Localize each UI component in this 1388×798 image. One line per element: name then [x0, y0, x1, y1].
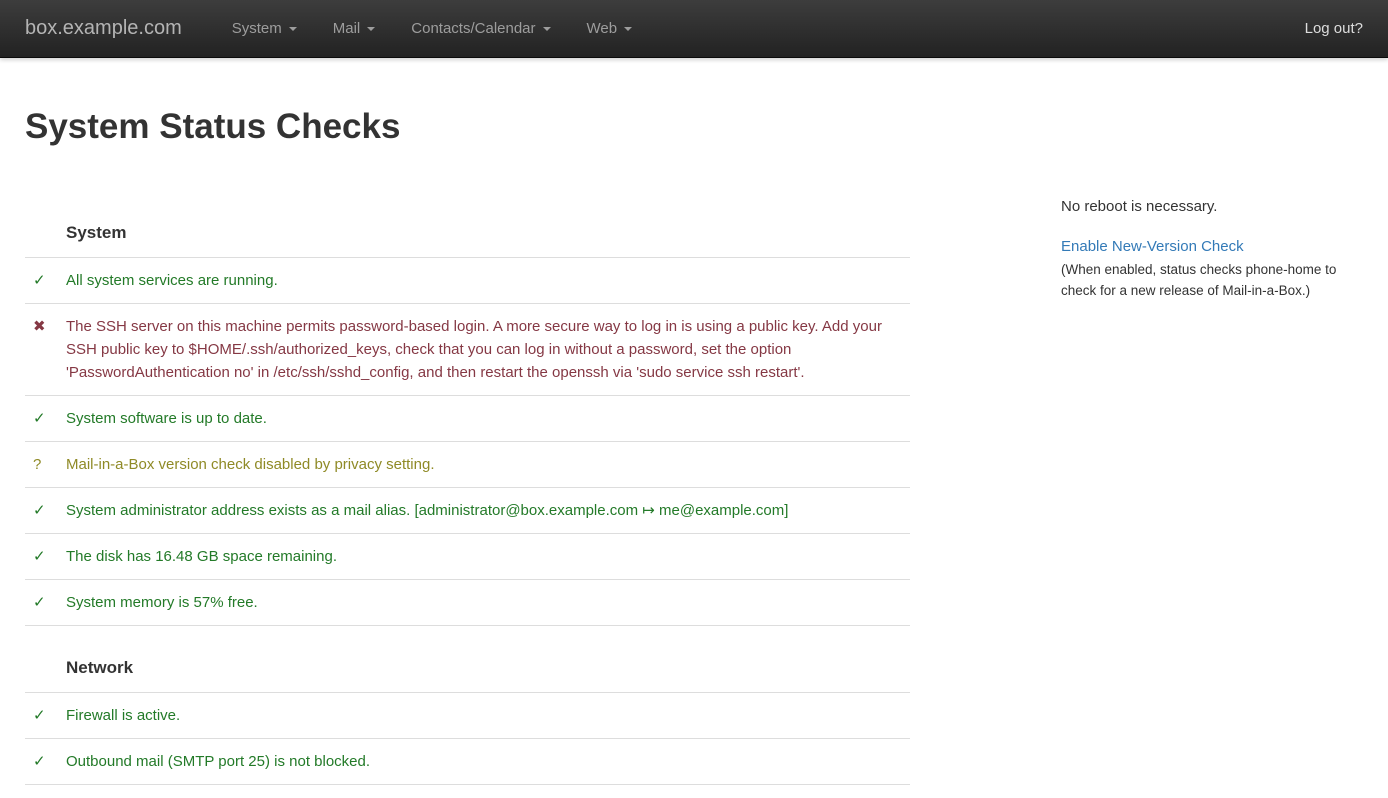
- x-icon: ✖: [25, 315, 66, 338]
- check-icon: ✓: [25, 704, 66, 727]
- enable-version-check-link[interactable]: Enable New-Version Check: [1061, 238, 1244, 255]
- check-section: Network ✓ Firewall is active. ✓ Outbound…: [25, 626, 910, 785]
- navbar-item-mail[interactable]: Mail: [317, 0, 392, 57]
- status-text: Mail-in-a-Box version check disabled by …: [66, 453, 910, 476]
- check-icon: ✓: [25, 269, 66, 292]
- status-row: ✓ System software is up to date.: [25, 396, 910, 442]
- chevron-down-icon: [624, 27, 632, 31]
- version-check-block: Enable New-Version Check (When enabled, …: [1061, 236, 1363, 301]
- status-row: ✓ Outbound mail (SMTP port 25) is not bl…: [25, 739, 910, 785]
- reboot-status: No reboot is necessary.: [1061, 196, 1363, 217]
- status-row: ✓ The disk has 16.48 GB space remaining.: [25, 534, 910, 580]
- navbar-item-web[interactable]: Web: [571, 0, 649, 57]
- section-heading: System: [25, 166, 910, 258]
- top-navbar: box.example.com System Mail Contacts/Cal…: [0, 0, 1388, 58]
- navbar-item-contacts-calendar[interactable]: Contacts/Calendar: [395, 0, 566, 57]
- section-rows: ✓ Firewall is active. ✓ Outbound mail (S…: [25, 693, 910, 785]
- chevron-down-icon: [543, 27, 551, 31]
- check-icon: ✓: [25, 545, 66, 568]
- navbar-item-label: System: [232, 20, 282, 37]
- status-text: Firewall is active.: [66, 704, 910, 727]
- question-icon: ?: [25, 453, 66, 476]
- navbar-menu: System Mail Contacts/Calendar Web: [216, 0, 652, 57]
- main-content: System Status Checks System ✓ All system…: [0, 108, 1388, 785]
- navbar-item-label: Contacts/Calendar: [411, 20, 535, 37]
- check-icon: ✓: [25, 591, 66, 614]
- status-row: ✓ System memory is 57% free.: [25, 580, 910, 626]
- check-icon: ✓: [25, 407, 66, 430]
- logout-link[interactable]: Log out?: [1305, 20, 1363, 37]
- status-row: ✓ Firewall is active.: [25, 693, 910, 739]
- section-rows: ✓ All system services are running. ✖ The…: [25, 258, 910, 626]
- status-row: ✖ The SSH server on this machine permits…: [25, 304, 910, 396]
- status-row: ✓ All system services are running.: [25, 258, 910, 304]
- status-row: ? Mail-in-a-Box version check disabled b…: [25, 442, 910, 488]
- brand-link[interactable]: box.example.com: [25, 17, 182, 40]
- status-text: The disk has 16.48 GB space remaining.: [66, 545, 910, 568]
- check-section: System ✓ All system services are running…: [25, 166, 910, 626]
- status-text: System software is up to date.: [66, 407, 910, 430]
- status-text: Outbound mail (SMTP port 25) is not bloc…: [66, 750, 910, 773]
- status-checks: System ✓ All system services are running…: [25, 166, 910, 785]
- check-icon: ✓: [25, 750, 66, 773]
- status-text: All system services are running.: [66, 269, 910, 292]
- section-heading: Network: [25, 626, 910, 693]
- sidebar: No reboot is necessary. Enable New-Versi…: [1061, 166, 1363, 301]
- status-text: System administrator address exists as a…: [66, 499, 910, 522]
- page-title: System Status Checks: [25, 108, 1363, 146]
- status-text: System memory is 57% free.: [66, 591, 910, 614]
- navbar-item-system[interactable]: System: [216, 0, 313, 57]
- version-check-note: (When enabled, status checks phone-home …: [1061, 259, 1363, 301]
- navbar-item-label: Web: [587, 20, 618, 37]
- chevron-down-icon: [367, 27, 375, 31]
- status-row: ✓ System administrator address exists as…: [25, 488, 910, 534]
- check-icon: ✓: [25, 499, 66, 522]
- navbar-item-label: Mail: [333, 20, 361, 37]
- chevron-down-icon: [289, 27, 297, 31]
- status-text: The SSH server on this machine permits p…: [66, 315, 910, 384]
